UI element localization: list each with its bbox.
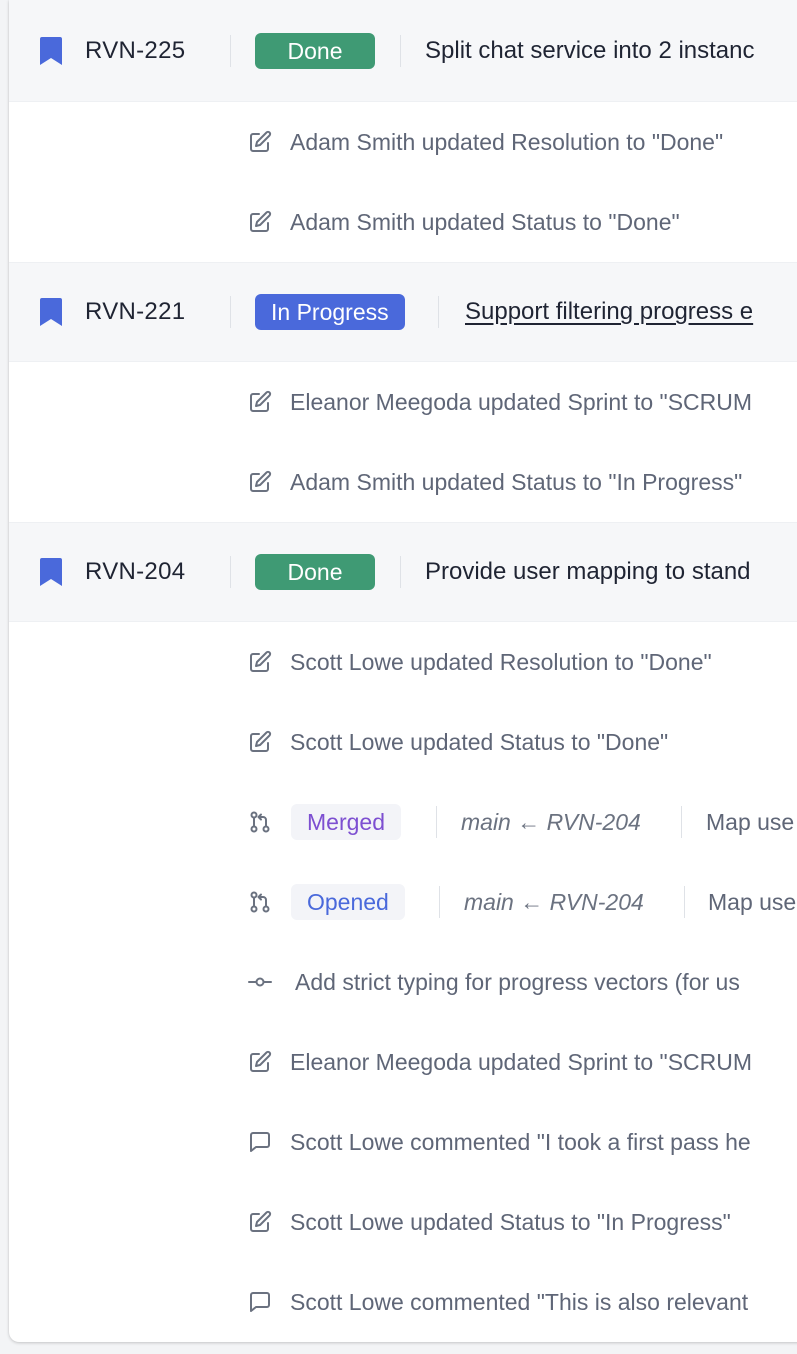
edit-icon	[250, 1050, 272, 1072]
opened-badge: Opened	[291, 884, 405, 920]
divider	[438, 296, 439, 328]
issue-title-link[interactable]: Support filtering progress e	[465, 298, 753, 326]
event-text: Adam Smith updated Status to "In Progres…	[290, 468, 743, 495]
activity-feed: RVN-225 Done Split chat service into 2 i…	[9, 0, 797, 1342]
event-text: Scott Lowe updated Status to "Done"	[290, 728, 669, 755]
activity-event: Scott Lowe updated Status to "In Progres…	[9, 1182, 797, 1262]
event-text: Eleanor Meegoda updated Sprint to "SCRUM	[290, 388, 753, 415]
activity-event: Adam Smith updated Status to "Done"	[9, 182, 797, 262]
activity-event: Adam Smith updated Resolution to "Done"	[9, 102, 797, 182]
comment-event: Scott Lowe commented "I took a first pas…	[9, 1102, 797, 1182]
issue-title[interactable]: Split chat service into 2 instanc	[425, 37, 755, 65]
divider	[400, 556, 401, 588]
event-text: Scott Lowe commented "I took a first pas…	[290, 1128, 751, 1155]
commit-icon	[248, 977, 272, 987]
activity-event: Eleanor Meegoda updated Sprint to "SCRUM	[9, 362, 797, 442]
activity-event: Eleanor Meegoda updated Sprint to "SCRUM	[9, 1022, 797, 1102]
edit-icon	[250, 470, 272, 492]
edit-icon	[250, 130, 272, 152]
status-badge: In Progress	[255, 294, 405, 330]
activity-event: Scott Lowe updated Status to "Done"	[9, 702, 797, 782]
divider	[230, 34, 231, 67]
issue-title[interactable]: Provide user mapping to stand	[425, 558, 751, 586]
branch-label: main ← RVN-204	[464, 888, 644, 915]
bookmark-icon	[40, 558, 62, 586]
pull-request-event[interactable]: Opened main ← RVN-204 Map use	[9, 862, 797, 942]
divider	[230, 556, 231, 588]
divider	[436, 806, 437, 838]
event-text: Adam Smith updated Status to "Done"	[290, 208, 680, 235]
commit-message[interactable]: Add strict typing for progress vectors (…	[295, 969, 740, 996]
issue-header-rvn-225[interactable]: RVN-225 Done Split chat service into 2 i…	[9, 0, 797, 102]
edit-icon	[250, 650, 272, 672]
issue-header-rvn-204[interactable]: RVN-204 Done Provide user mapping to sta…	[9, 522, 797, 622]
activity-event: Scott Lowe updated Resolution to "Done"	[9, 622, 797, 702]
issue-key[interactable]: RVN-221	[85, 298, 185, 326]
divider	[400, 34, 401, 67]
pull-request-icon	[250, 811, 270, 833]
edit-icon	[250, 210, 272, 232]
bookmark-icon	[40, 36, 62, 65]
bookmark-icon	[40, 298, 62, 326]
comment-event: Scott Lowe commented "This is also relev…	[9, 1262, 797, 1342]
event-text: Scott Lowe updated Status to "In Progres…	[290, 1208, 731, 1235]
pull-request-event[interactable]: Merged main ← RVN-204 Map use	[9, 782, 797, 862]
edit-icon	[250, 1210, 272, 1232]
divider	[684, 886, 685, 918]
event-text: Scott Lowe commented "This is also relev…	[290, 1288, 749, 1315]
commit-event[interactable]: Add strict typing for progress vectors (…	[9, 942, 797, 1022]
edit-icon	[250, 390, 272, 412]
event-text: Scott Lowe updated Resolution to "Done"	[290, 648, 712, 675]
issue-header-rvn-221[interactable]: RVN-221 In Progress Support filtering pr…	[9, 262, 797, 362]
status-badge: Done	[255, 554, 375, 590]
pull-request-title[interactable]: Map use	[708, 889, 796, 916]
comment-icon	[250, 1292, 270, 1312]
event-text: Adam Smith updated Resolution to "Done"	[290, 128, 724, 155]
activity-event: Adam Smith updated Status to "In Progres…	[9, 442, 797, 522]
branch-label: main ← RVN-204	[461, 808, 641, 835]
pull-request-icon	[250, 891, 270, 913]
edit-icon	[250, 730, 272, 752]
issue-key[interactable]: RVN-225	[85, 37, 185, 65]
event-text: Eleanor Meegoda updated Sprint to "SCRUM	[290, 1048, 753, 1075]
comment-icon	[250, 1132, 270, 1152]
issue-key[interactable]: RVN-204	[85, 558, 185, 586]
merged-badge: Merged	[291, 804, 401, 840]
divider	[681, 806, 682, 838]
pull-request-title[interactable]: Map use	[706, 809, 794, 836]
divider	[230, 296, 231, 328]
status-badge: Done	[255, 32, 375, 69]
divider	[439, 886, 440, 918]
